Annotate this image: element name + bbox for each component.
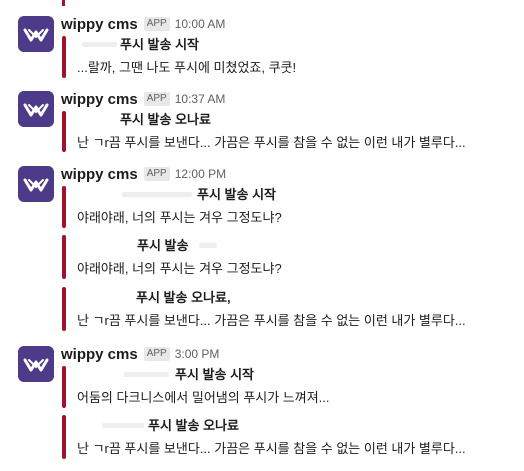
sender-name[interactable]: wippy cms [61,346,138,363]
attachment-title: 푸시 발송 시작 [175,367,254,382]
message-header: wippy cms APP 10:37 AM [61,90,225,108]
sender-name[interactable]: wippy cms [61,166,138,183]
redacted-text [102,423,144,428]
avatar[interactable] [18,16,54,52]
attachment-color-bar [62,415,66,459]
message: wippy cms APP 12:00 PM 푸시 발송 시작 야래야래, 너의… [0,166,524,336]
message-header: wippy cms APP 10:00 AM [61,15,225,33]
attachment-text: 난 ㄱr끔 푸시를 보낸다... 가끔은 푸시를 참을 수 없는 이런 내가 별… [77,441,466,456]
wippy-logo-icon [23,103,49,117]
redacted-text [199,243,217,248]
attachment-title: 푸시 발송 오나료 [120,112,211,127]
attachment-text: 야래야래, 너의 푸시는 겨우 그정도냐? [77,210,282,225]
attachment-color-bar [62,287,66,331]
attachment: 푸시 발송 시작 ...랄까, 그땐 나도 푸시에 미쳤었죠, 쿠쿳! [62,36,512,78]
attachment-title: 푸시 발송 시작 [120,37,199,52]
message-header: wippy cms APP 12:00 PM [61,165,226,183]
message: wippy cms APP 10:37 AM 푸시 발송 오나료 난 ㄱr끔 푸… [0,91,524,155]
attachment-text: 난 ㄱr끔 푸시를 보낸다... 가끔은 푸시를 참을 수 없는 이런 내가 별… [77,135,466,150]
redacted-text [122,192,192,197]
redacted-text [82,42,117,47]
wippy-logo-icon [23,28,49,42]
avatar[interactable] [18,91,54,127]
app-badge: APP [143,92,170,106]
app-badge: APP [143,17,170,31]
attachment: 푸시 발송 야래야래, 너의 푸시는 겨우 그정도냐? [62,235,512,279]
message: wippy cms APP 3:00 PM 푸시 발송 시작 어둠의 다크니스에… [0,346,524,464]
timestamp[interactable]: 10:00 AM [175,17,226,31]
message-header: wippy cms APP 3:00 PM [61,345,219,363]
attachment: 푸시 발송 시작 야래야래, 너의 푸시는 겨우 그정도냐? [62,186,512,228]
timestamp[interactable]: 10:37 AM [175,92,226,106]
avatar[interactable] [18,166,54,202]
app-badge: APP [143,347,170,361]
avatar[interactable] [18,346,54,382]
attachment-color-bar [62,36,66,78]
attachment: 푸시 발송 시작 어둠의 다크니스에서 밀어냄의 푸시가 느껴져... [62,366,512,408]
attachment: 푸시 발송 오나료 난 ㄱr끔 푸시를 보낸다... 가끔은 푸시를 참을 수 … [62,111,512,152]
attachment-color-bar [62,186,66,228]
wippy-logo-icon [23,178,49,192]
attachment-title: 푸시 발송 오나료 [148,418,239,433]
timestamp[interactable]: 3:00 PM [175,347,220,361]
attachment-color-bar [62,111,66,152]
attachment-text: 난 ㄱr끔 푸시를 보낸다... 가끔은 푸시를 참을 수 없는 이런 내가 별… [77,313,466,328]
attachment-color-bar [62,366,66,408]
attachment-title: 푸시 발송 [137,238,189,253]
sender-name[interactable]: wippy cms [61,91,138,108]
redacted-text [124,372,169,377]
attachment-text: ...랄까, 그땐 나도 푸시에 미쳤었죠, 쿠쿳! [77,60,297,75]
attachment-text: 야래야래, 너의 푸시는 겨우 그정도냐? [77,261,282,276]
sender-name[interactable]: wippy cms [61,16,138,33]
attachment-color-bar [62,235,66,279]
app-badge: APP [143,167,170,181]
attachment: 푸시 발송 오나료, 난 ㄱr끔 푸시를 보낸다... 가끔은 푸시를 참을 수… [62,287,512,331]
timestamp[interactable]: 12:00 PM [175,167,226,181]
attachment-title: 푸시 발송 시작 [197,187,276,202]
previous-attachment-bar [62,0,65,6]
attachment: 푸시 발송 오나료 난 ㄱr끔 푸시를 보낸다... 가끔은 푸시를 참을 수 … [62,415,512,459]
attachment-text: 어둠의 다크니스에서 밀어냄의 푸시가 느껴져... [77,390,330,405]
wippy-logo-icon [23,358,49,372]
attachment-title: 푸시 발송 오나료, [136,290,231,305]
message: wippy cms APP 10:00 AM 푸시 발송 시작 ...랄까, 그… [0,16,524,80]
